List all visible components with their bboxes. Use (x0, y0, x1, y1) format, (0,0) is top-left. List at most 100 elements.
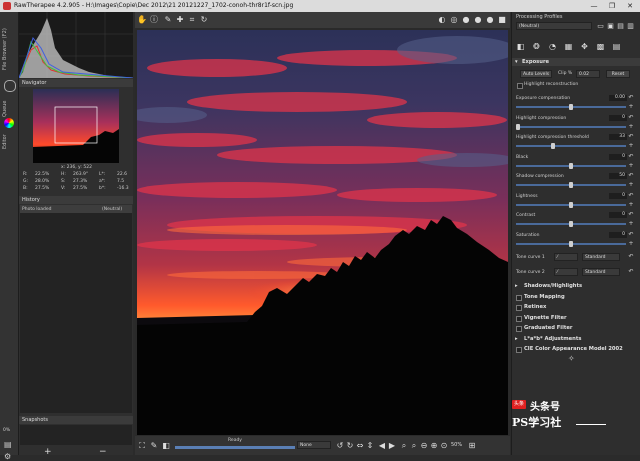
fullscreen-icon[interactable]: ⛶ (137, 440, 147, 451)
zoom-fill-icon[interactable]: ⊙ (439, 440, 449, 451)
reset-icon[interactable]: ↶ (628, 95, 634, 101)
control-slider[interactable] (516, 162, 626, 169)
close-button[interactable]: ✕ (621, 0, 639, 12)
tool-section-header[interactable]: ▸ Shadows/Highlights (512, 282, 640, 292)
flip-v-icon[interactable]: ⇕ (365, 440, 375, 451)
tone-curve-1-type[interactable]: ⁄ (554, 253, 578, 261)
zoom-out-icon[interactable]: ⊖ (419, 440, 429, 451)
control-value[interactable]: 50 (609, 173, 627, 179)
enable-checkbox[interactable] (516, 326, 522, 332)
control-slider[interactable] (516, 240, 626, 247)
control-slider[interactable] (516, 182, 626, 188)
metadata-tab-icon[interactable]: ▤ (612, 42, 621, 51)
auto-levels-button[interactable]: Auto Levels (520, 70, 552, 78)
luminance-icon[interactable]: ■ (497, 14, 507, 25)
reset-icon[interactable]: ↶ (628, 231, 634, 238)
save-profile-icon[interactable]: ▣ (606, 22, 615, 31)
prev-image-icon[interactable]: ◀ (377, 440, 387, 451)
add-icon[interactable]: + (628, 123, 634, 130)
profile-dropdown[interactable]: (Neutral) (516, 22, 592, 30)
tab-queue[interactable]: Queue (2, 98, 16, 120)
reset-icon[interactable]: ↶ (628, 153, 634, 160)
toggle-panel-icon[interactable]: ◧ (161, 440, 171, 451)
control-slider[interactable] (516, 143, 626, 149)
slider-knob[interactable] (569, 201, 573, 208)
slider-knob[interactable] (550, 143, 555, 149)
green-channel-icon[interactable]: ● (473, 14, 483, 25)
tool-section-header[interactable]: Tone Mapping (512, 293, 640, 303)
slider-knob[interactable] (516, 123, 520, 130)
expand-icon[interactable]: ▸ (515, 336, 518, 342)
tone-curve-1-mode[interactable]: Standard (582, 253, 620, 261)
reset-icon[interactable]: ↶ (628, 134, 634, 140)
console-icon[interactable]: ▤ (4, 440, 14, 449)
enable-checkbox[interactable] (516, 315, 522, 322)
folder-icon[interactable] (4, 80, 16, 92)
add-snapshot-button[interactable]: + (44, 447, 52, 457)
control-slider[interactable] (516, 123, 626, 130)
add-icon[interactable]: + (628, 143, 634, 149)
highlight-recon-checkbox[interactable] (517, 83, 523, 89)
add-icon[interactable]: + (628, 104, 634, 110)
slider-knob[interactable] (569, 240, 573, 247)
enable-checkbox[interactable] (516, 347, 522, 353)
flip-h-icon[interactable]: ⇔ (355, 440, 365, 451)
reset-icon[interactable]: ↶ (628, 114, 634, 121)
more-tools-icon[interactable]: ✧ (568, 354, 575, 363)
new-window-icon[interactable]: ⊞ (467, 440, 477, 451)
raw-tab-icon[interactable]: ▩ (596, 42, 605, 51)
zoom-fit-icon[interactable]: ⌕ (399, 440, 409, 451)
reset-icon[interactable]: ↶ (628, 192, 634, 199)
tab-editor[interactable]: Editor (2, 130, 16, 154)
add-icon[interactable]: + (628, 162, 634, 169)
detail-tab-icon[interactable]: ❂ (532, 42, 541, 51)
reset-icon[interactable]: ↶ (628, 173, 634, 179)
rotate-right-icon[interactable]: ↻ (345, 440, 355, 451)
exposure-tab-icon[interactable]: ◧ (516, 42, 525, 51)
info-icon[interactable]: ⓘ (149, 14, 159, 25)
preview-mode-icon[interactable]: ◐ (437, 14, 447, 25)
color-tab-icon[interactable]: ◔ (548, 42, 557, 51)
slider-knob[interactable] (569, 162, 573, 169)
paste-profile-icon[interactable]: ▥ (626, 22, 635, 31)
add-icon[interactable]: + (628, 182, 634, 188)
control-slider[interactable] (516, 221, 626, 227)
transform-tab-icon[interactable]: ✥ (580, 42, 589, 51)
copy-profile-icon[interactable]: ▤ (616, 22, 625, 31)
exposure-header[interactable]: ▾ Exposure (512, 58, 640, 66)
next-image-icon[interactable]: ▶ (387, 440, 397, 451)
crop-icon[interactable]: ⌗ (187, 14, 197, 25)
control-slider[interactable] (516, 201, 626, 208)
tone-curve-2-mode[interactable]: Standard (582, 268, 620, 276)
red-channel-icon[interactable]: ● (461, 14, 471, 25)
tool-section-header[interactable]: Vignette Filter (512, 314, 640, 324)
remove-snapshot-button[interactable]: − (99, 447, 107, 457)
color-picker-icon[interactable]: ✎ (149, 440, 159, 451)
add-icon[interactable]: + (628, 201, 634, 208)
reset-button[interactable]: Reset (606, 70, 630, 78)
control-value[interactable]: 0 (609, 114, 627, 121)
expand-icon[interactable]: ▸ (515, 283, 518, 289)
minimize-button[interactable]: — (585, 0, 603, 12)
reset-icon[interactable]: ↶ (628, 212, 634, 218)
tone-curve-2-reset-icon[interactable]: ↶ (628, 269, 634, 275)
tool-section-header[interactable]: Graduated Filter (512, 324, 640, 334)
control-value[interactable]: 33 (609, 134, 627, 140)
control-value[interactable]: 0 (609, 231, 627, 238)
tab-file-browser[interactable]: File Browser (F2) (2, 24, 16, 74)
rotate-left-icon[interactable]: ↺ (335, 440, 345, 451)
maximize-button[interactable]: ❐ (603, 0, 621, 12)
spot-wb-icon[interactable]: ✎ (163, 14, 173, 25)
control-slider[interactable] (516, 104, 626, 110)
open-profile-icon[interactable]: ▭ (596, 22, 605, 31)
control-value[interactable]: 0.00 (609, 95, 627, 101)
slider-knob[interactable] (569, 104, 573, 110)
advanced-tab-icon[interactable]: ▦ (564, 42, 573, 51)
enable-checkbox[interactable] (516, 305, 522, 311)
enable-checkbox[interactable] (516, 294, 522, 301)
blue-channel-icon[interactable]: ● (485, 14, 495, 25)
tone-curve-2-type[interactable]: ⁄ (554, 268, 578, 276)
zoom-100-icon[interactable]: ⌕ (409, 440, 419, 451)
history-row[interactable]: Photo loaded (Neutral) (20, 205, 132, 213)
tool-section-header[interactable]: ▸ L*a*b* Adjustments (512, 335, 640, 345)
